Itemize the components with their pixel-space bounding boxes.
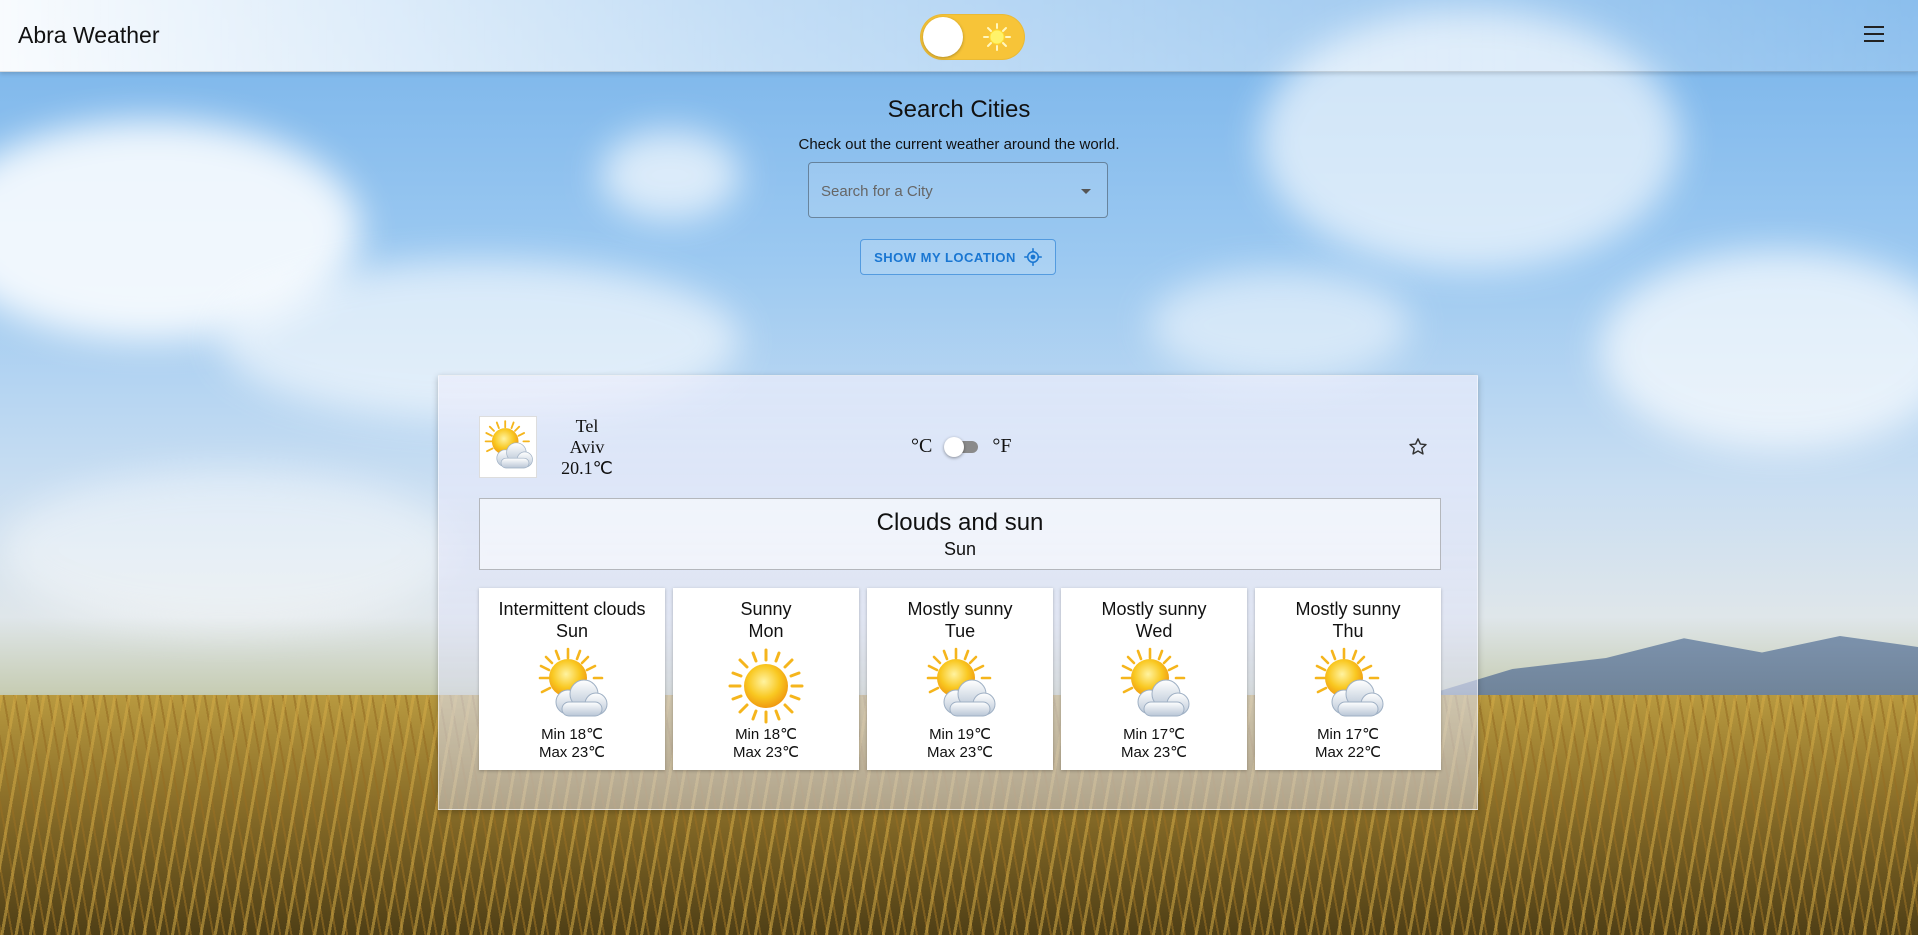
city-name-line2: Aviv	[569, 437, 605, 457]
search-subtitle: Check out the current weather around the…	[798, 136, 1120, 153]
forecast-day: Thu	[1332, 621, 1364, 641]
forecast-max-temp: Max 23℃	[538, 744, 606, 761]
forecast-day: Wed	[1135, 621, 1173, 641]
city-name-line1: Tel	[575, 416, 599, 436]
forecast-card[interactable]: Mostly sunny Tue Min 19℃ Max 23℃	[867, 588, 1053, 770]
forecast-card[interactable]: Mostly sunny Thu Min 17℃ Max 22℃	[1255, 588, 1441, 770]
forecast-min-temp: Min 17℃	[1123, 726, 1185, 743]
weather-card: Tel Aviv 20.1℃ °C °F Clouds and sun Sun …	[438, 375, 1478, 810]
my-location-icon	[1023, 248, 1042, 266]
current-description: Clouds and sun	[876, 509, 1044, 536]
forecast-min-temp: Min 19℃	[929, 726, 991, 743]
app-title: Abra Weather	[18, 22, 160, 48]
partly-sunny-icon	[1308, 646, 1388, 726]
partly-sunny-icon	[1114, 646, 1194, 726]
unit-selector: °C °F	[911, 432, 1011, 460]
forecast-min-temp: Min 18℃	[735, 726, 797, 743]
forecast-max-temp: Max 22℃	[1314, 744, 1382, 761]
sunny-icon	[726, 646, 806, 726]
dropdown-arrow-icon[interactable]	[1081, 189, 1091, 194]
fahrenheit-label: °F	[992, 434, 1012, 457]
forecast-max-temp: Max 23℃	[732, 744, 800, 761]
partly-sunny-icon	[920, 646, 1000, 726]
sun-icon	[983, 23, 1011, 51]
forecast-day: Sun	[555, 621, 589, 641]
forecast-min-temp: Min 17℃	[1317, 726, 1379, 743]
search-title: Search Cities	[887, 96, 1031, 123]
city-search-field[interactable]	[808, 162, 1108, 218]
forecast-day: Mon	[748, 621, 784, 641]
forecast-card[interactable]: Intermittent clouds Sun Min 18℃ Max 23℃	[479, 588, 665, 770]
current-temperature: 20.1℃	[561, 458, 613, 478]
show-my-location-label: SHOW MY LOCATION	[874, 249, 1016, 265]
partly-sunny-icon	[532, 646, 612, 726]
city-info: Tel Aviv 20.1℃	[547, 416, 627, 479]
theme-toggle-knob	[923, 17, 963, 57]
app-bar: Abra Weather	[0, 0, 1918, 72]
forecast-card[interactable]: Sunny Mon Min 18℃ Max 23℃	[673, 588, 859, 770]
forecast-list: Intermittent clouds Sun Min 18℃ Max 23℃ …	[479, 588, 1441, 770]
favorite-star-icon[interactable]	[1407, 436, 1429, 458]
city-search-input[interactable]	[821, 177, 1071, 205]
forecast-day: Tue	[944, 621, 976, 641]
show-my-location-button[interactable]: SHOW MY LOCATION	[860, 239, 1056, 275]
forecast-card[interactable]: Mostly sunny Wed Min 17℃ Max 23℃	[1061, 588, 1247, 770]
forecast-description: Intermittent clouds	[498, 599, 646, 619]
forecast-max-temp: Max 23℃	[926, 744, 994, 761]
celsius-label: °C	[911, 434, 933, 457]
forecast-description: Mostly sunny	[1101, 599, 1207, 619]
theme-toggle[interactable]	[920, 14, 1025, 60]
forecast-description: Sunny	[740, 599, 792, 619]
hamburger-menu-icon[interactable]	[1864, 26, 1884, 44]
forecast-description: Mostly sunny	[907, 599, 1013, 619]
forecast-max-temp: Max 23℃	[1120, 744, 1188, 761]
partly-sunny-icon	[479, 416, 537, 478]
forecast-min-temp: Min 18℃	[541, 726, 603, 743]
current-conditions-box: Clouds and sun Sun	[479, 498, 1441, 570]
forecast-description: Mostly sunny	[1295, 599, 1401, 619]
unit-toggle-switch[interactable]	[944, 437, 980, 457]
current-day: Sun	[943, 539, 977, 559]
